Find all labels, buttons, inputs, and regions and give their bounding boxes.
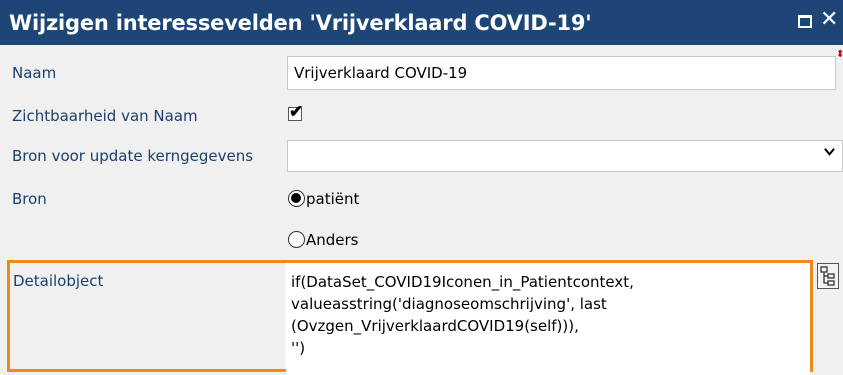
bron-update-label: Bron voor update kerngegevens [12,147,254,165]
window-titlebar: Wijzigen interessevelden 'Vrijverklaard … [0,0,843,45]
zichtbaarheid-label: Zichtbaarheid van Naam [12,107,198,125]
detailobject-row: Detailobject if(DataSet_COVID19Iconen_in… [7,260,813,375]
chevron-down-icon[interactable] [824,146,835,157]
window-title: Wijzigen interessevelden 'Vrijverklaard … [9,10,592,35]
expression-line: if(DataSet_COVID19Iconen_in_Patientconte… [291,273,634,291]
required-marker: ⬍ [836,49,843,60]
zichtbaarheid-checkbox[interactable]: ✔ [288,102,303,121]
detailobject-label: Detailobject [13,272,104,290]
radio-anders-label[interactable]: Anders [306,231,359,249]
restore-icon[interactable] [798,15,812,28]
bron-label: Bron [12,190,47,208]
bron-update-select[interactable] [287,140,843,172]
expression-builder-button[interactable] [817,263,839,289]
radio-anders[interactable] [288,231,305,248]
checkmark-icon: ✔ [289,102,304,121]
expression-line: '') [291,339,306,357]
close-icon[interactable]: ✕ [820,7,838,32]
naam-input[interactable]: Vrijverklaard COVID-19 [287,56,836,90]
expression-line: (Ovzgen_VrijverklaardCOVID19(self))), [291,317,579,335]
detailobject-expression[interactable]: if(DataSet_COVID19Iconen_in_Patientconte… [286,263,810,375]
expression-line: valueasstring('diagnoseomschrijving', la… [291,295,607,313]
naam-value: Vrijverklaard COVID-19 [294,64,468,82]
naam-label: Naam [12,64,57,82]
radio-patient[interactable] [288,190,305,207]
radio-patient-label[interactable]: patiënt [306,190,359,208]
tree-structure-icon [820,266,835,286]
